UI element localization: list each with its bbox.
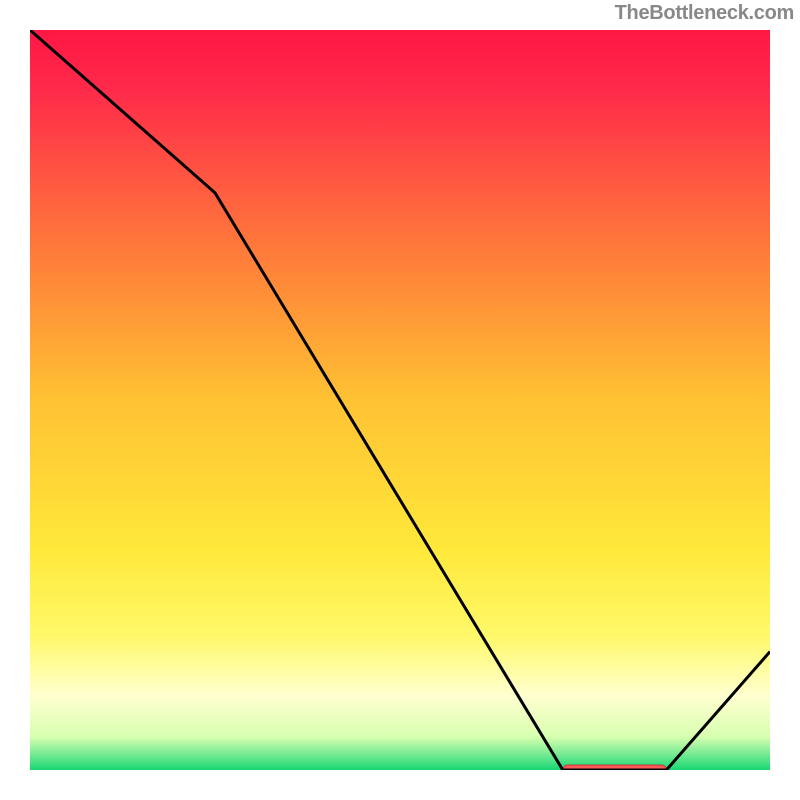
chart-container — [30, 30, 770, 770]
bottleneck-chart — [30, 30, 770, 770]
chart-background — [30, 30, 770, 770]
watermark-text: TheBottleneck.com — [615, 2, 794, 25]
